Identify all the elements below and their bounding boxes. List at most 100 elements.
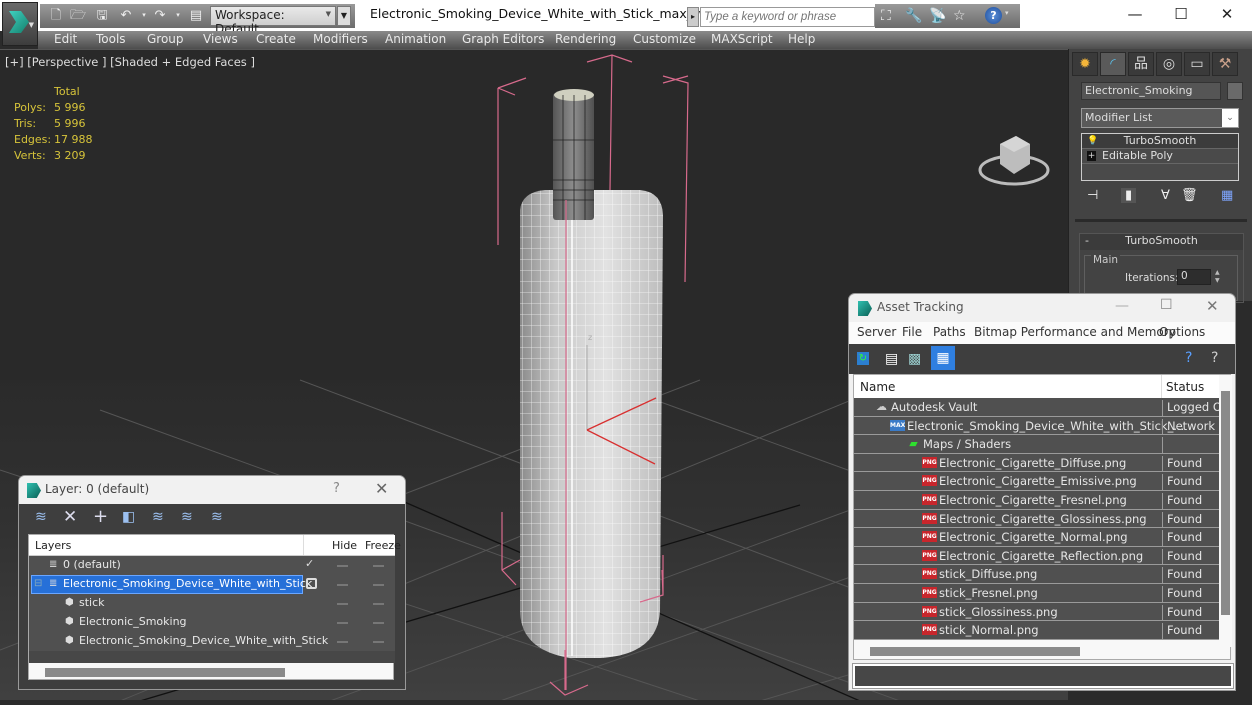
column-name[interactable]: Name [860,380,895,394]
help-button[interactable]: ? [333,481,340,496]
rollout-header[interactable]: - TurboSmooth [1080,234,1243,250]
vertical-scrollbar[interactable] [1221,391,1230,615]
object-row[interactable]: ⬢ Electronic_Smoking [29,613,395,632]
application-menu-button[interactable]: ▼ [2,2,38,46]
asset-row[interactable]: PNG stick_Normal.png Found [854,621,1219,641]
menu-rendering[interactable]: Rendering [555,32,616,46]
key-icon[interactable]: 🔧 [905,8,922,24]
asset-row[interactable]: PNG Electronic_Cigarette_Glossiness.png Fo… [854,509,1219,529]
menu-graph-editors[interactable]: Graph Editors [462,32,544,46]
search-expand-button[interactable]: ▸ [687,7,699,27]
freeze-toggle[interactable] [373,584,384,586]
create-tab[interactable]: ✹ [1072,52,1098,76]
satellite-icon[interactable]: 📡 [929,8,946,24]
collapse-icon[interactable]: ⊟ [34,578,44,589]
menu-bitmap-performance[interactable]: Bitmap Performance and Memory [974,325,1176,339]
help-dropdown-icon[interactable]: ▾ [1005,9,1009,17]
select-objects-icon[interactable]: ◧ [122,509,135,525]
hide-toggle[interactable] [337,641,348,643]
iterations-spinner[interactable]: ▲ ▼ [1215,269,1223,285]
asset-row[interactable]: PNG Electronic_Cigarette_Fresnel.png Found [854,491,1219,510]
freeze-toggle[interactable] [373,565,384,567]
list-view-icon[interactable]: ▤ [885,351,898,367]
object-row[interactable]: ⬢ stick [29,594,395,613]
asset-row[interactable]: MAX Electronic_Smoking_Device_White_with_… [854,416,1219,436]
help-icon[interactable]: ? [1211,350,1218,366]
stack-item-editable-poly[interactable]: + Editable Poly [1082,149,1238,164]
display-tab[interactable]: ▭ [1184,52,1210,76]
table-view-icon[interactable]: ▦ [931,346,955,370]
modify-tab[interactable]: ◜ [1100,52,1126,76]
remove-modifier-icon[interactable]: 🗑 [1181,188,1198,203]
object-name-field[interactable]: Electronic_Smoking [1081,82,1221,100]
current-layer-checkmark-icon[interactable]: ✓ [305,557,314,570]
object-row[interactable]: ⬢ Electronic_Smoking_Device_White_with_S… [29,632,395,651]
redo-icon[interactable]: ↷ [152,8,168,23]
layer-row[interactable]: ≣ 0 (default) ✓ [29,556,395,575]
viewport-label-menu[interactable]: [+] [Perspective ] [Shaded + Edged Faces… [5,55,255,69]
qat-customize-button[interactable]: ▼ [337,6,351,26]
asset-row[interactable]: PNG Electronic_Cigarette_Normal.png Found [854,528,1219,548]
hide-toggle[interactable] [337,565,348,567]
layer-row-selected[interactable]: ⊟ ≣ Electronic_Smoking_Device_White_with… [29,575,395,594]
menu-group[interactable]: Group [147,32,184,46]
column-status[interactable]: Status [1166,380,1204,394]
hide-toggle[interactable] [337,603,348,605]
menu-server[interactable]: Server [857,325,896,339]
maximize-button[interactable]: ☐ [1158,4,1204,26]
asset-row[interactable]: PNG stick_Diffuse.png Found [854,565,1219,585]
menu-edit[interactable]: Edit [54,32,77,46]
menu-customize[interactable]: Customize [633,32,696,46]
save-icon[interactable]: 🖫 [94,8,110,23]
utilities-tab[interactable]: ⚒ [1212,52,1238,76]
pin-stack-icon[interactable]: ⊣ [1087,188,1098,203]
expand-plus-icon[interactable]: + [1087,151,1096,161]
help-icon[interactable]: ? [985,7,1002,24]
iterations-input[interactable]: 0 [1177,269,1211,285]
motion-tab[interactable]: ◎ [1156,52,1182,76]
minimize-button[interactable]: — [1112,4,1158,26]
menu-tools[interactable]: Tools [96,32,126,46]
add-icon[interactable]: + [93,508,108,526]
lightbulb-icon[interactable]: 💡 [1087,136,1098,146]
menu-animation[interactable]: Animation [385,32,446,46]
stack-item-turbosmooth[interactable]: 💡 TurboSmooth [1082,134,1238,149]
hide-toggle[interactable] [337,622,348,624]
menu-create[interactable]: Create [256,32,296,46]
path-field[interactable] [852,663,1234,689]
show-end-result-icon[interactable]: ▮ [1121,188,1137,203]
asset-row[interactable]: PNG stick_Glossiness.png Found [854,602,1219,622]
dialog-title-bar[interactable]: Layer: 0 (default) ? ✕ [19,476,405,504]
open-file-icon[interactable]: 🗁 [70,8,86,23]
hierarchy-tab[interactable]: 品 [1128,52,1154,76]
layer-settings-icon[interactable]: ≋ [211,509,223,525]
freeze-toggle[interactable] [373,641,384,643]
asset-row[interactable]: PNG Electronic_Cigarette_Emissive.png Foun… [854,472,1219,492]
close-button[interactable]: ✕ [375,479,388,498]
dialog-title-bar[interactable]: Asset Tracking — ☐ ✕ [849,294,1235,322]
undo-dropdown-icon[interactable]: ▾ [136,8,152,23]
freeze-toggle[interactable] [373,622,384,624]
delete-icon[interactable]: ✕ [63,509,77,526]
menu-paths[interactable]: Paths [933,325,966,339]
horizontal-scrollbar[interactable] [45,668,285,677]
asset-row[interactable]: PNG Electronic_Cigarette_Diffuse.png Found [854,453,1219,473]
menu-maxscript[interactable]: MAXScript [711,32,773,46]
undo-icon[interactable]: ↶ [118,8,134,23]
hide-toggle[interactable] [337,584,348,586]
set-current-layer-icon[interactable]: ≋ [181,509,193,525]
new-file-icon[interactable]: 🗋 [48,8,64,23]
close-button[interactable]: ✕ [1206,297,1219,315]
binoculars-icon[interactable]: ⛶ [881,8,891,24]
menu-options[interactable]: Options [1159,325,1205,339]
create-layer-icon[interactable]: ≋ [35,509,47,525]
refresh-icon[interactable]: ↻ [857,352,869,365]
column-hide[interactable]: Hide [332,539,357,552]
menu-views[interactable]: Views [203,32,238,46]
search-input[interactable] [700,7,875,27]
menu-modifiers[interactable]: Modifiers [313,32,368,46]
column-freeze[interactable]: Freeze [365,539,401,552]
maximize-button[interactable]: ☐ [1160,297,1173,313]
set-current-checkbox[interactable] [306,578,317,589]
minimize-button[interactable]: — [1115,298,1129,314]
